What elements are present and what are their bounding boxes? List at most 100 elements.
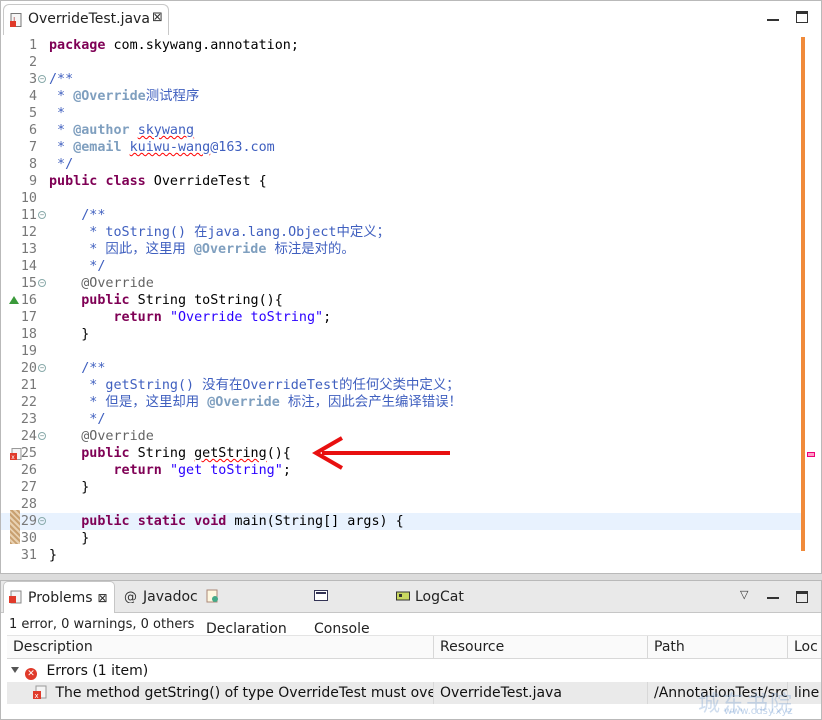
problem-resource: OverrideTest.java	[433, 682, 647, 704]
line-number: 5	[28, 106, 37, 121]
code-line[interactable]: 28	[1, 496, 801, 513]
code-line[interactable]: 7 * @email kuiwu-wang@163.com	[1, 139, 801, 156]
close-icon[interactable]: ⊠	[98, 591, 108, 605]
fold-collapse-icon[interactable]	[38, 279, 46, 287]
code-line[interactable]: 8 */	[1, 156, 801, 173]
error-marker-icon[interactable]: x	[10, 448, 22, 460]
code-line[interactable]: 21 * getString() 没有在OverrideTest的任何父类中定义…	[1, 377, 801, 394]
view-tab-declaration[interactable]: Declaration	[201, 581, 305, 637]
view-tab-javadoc[interactable]: @ Javadoc	[119, 581, 199, 613]
view-tab-problems[interactable]: Problems ⊠	[3, 581, 115, 613]
views-tab-bar: Problems ⊠ @ Javadoc Declaration Console LogCa…	[1, 581, 821, 637]
code-text: package com.skywang.annotation;	[49, 38, 299, 53]
editor-tab-overridetest[interactable]: J OverrideTest.java ⊠	[3, 4, 169, 35]
code-text: * 但是，这里却用 @Override 标注，因此会产生编译错误！	[49, 395, 462, 410]
line-number: 2	[28, 55, 37, 70]
code-text: * getString() 没有在OverrideTest的任何父类中定义；	[49, 378, 460, 393]
code-text: /**	[81, 208, 106, 223]
fold-collapse-icon[interactable]	[38, 432, 46, 440]
code-line[interactable]: 6 * @author skywang	[1, 122, 801, 139]
code-editor[interactable]: 1package com.skywang.annotation;23/**4 *…	[1, 35, 821, 571]
code-line[interactable]: 19	[1, 343, 801, 360]
code-line[interactable]: 12 * toString() 在java.lang.Object中定义；	[1, 224, 801, 241]
code-line[interactable]: 22 * 但是，这里却用 @Override 标注，因此会产生编译错误！	[1, 394, 801, 411]
errors-group-row[interactable]: ✕ Errors (1 item)	[7, 660, 821, 682]
view-tab-label: Problems	[28, 590, 93, 606]
overview-error-marker[interactable]	[807, 452, 815, 457]
code-text: public String toString(){	[81, 293, 283, 308]
code-line[interactable]: 15 @Override	[1, 275, 801, 292]
fold-collapse-icon[interactable]	[38, 364, 46, 372]
expand-icon[interactable]	[11, 667, 19, 673]
fold-collapse-icon[interactable]	[38, 211, 46, 219]
line-number: 1	[28, 38, 37, 53]
code-text: * toString() 在java.lang.Object中定义；	[49, 225, 391, 240]
code-text: public static void main(String[] args) {	[81, 514, 404, 529]
code-line[interactable]: 3 /**	[1, 71, 801, 88]
code-text: */	[49, 412, 106, 427]
maximize-icon[interactable]	[796, 11, 808, 23]
code-text: /**	[81, 361, 106, 376]
view-tab-console[interactable]: Console	[309, 581, 387, 637]
line-number: 10	[20, 191, 37, 206]
code-line[interactable]: 18 }	[1, 326, 801, 343]
code-text: */	[49, 157, 74, 172]
fold-collapse-icon[interactable]	[38, 75, 46, 83]
minimize-icon[interactable]	[767, 589, 779, 599]
line-number: 11	[20, 208, 37, 223]
view-tab-logcat[interactable]: LogCat	[391, 581, 467, 613]
maximize-icon[interactable]	[796, 591, 808, 603]
code-line[interactable]: 30 }	[1, 530, 801, 547]
editor-tab-label: OverrideTest.java	[28, 11, 150, 27]
declaration-icon	[206, 589, 218, 603]
line-number: 12	[20, 225, 37, 240]
close-icon[interactable]: ⊠	[152, 10, 163, 25]
problems-icon	[9, 590, 22, 604]
code-line[interactable]: 4 * @Override测试程序	[1, 88, 801, 105]
code-text: * @Override测试程序	[49, 89, 200, 104]
line-number: 7	[28, 140, 37, 155]
override-marker-icon[interactable]	[9, 296, 19, 304]
code-line[interactable]: 5 *	[1, 105, 801, 122]
code-line[interactable]: 1 package com.skywang.annotation;	[1, 37, 801, 54]
code-line[interactable]: 11 /**	[1, 207, 801, 224]
minimize-icon[interactable]	[767, 11, 779, 21]
svg-text:x: x	[11, 454, 15, 460]
code-line[interactable]: 27 }	[1, 479, 801, 496]
code-line[interactable]: 17 return "Override toString";	[1, 309, 801, 326]
code-text: * @email kuiwu-wang@163.com	[49, 140, 275, 155]
overview-ruler[interactable]	[801, 37, 805, 551]
code-line[interactable]: 29 public static void main(String[] args…	[1, 510, 801, 544]
code-line[interactable]: 16 public String toString(){	[1, 292, 801, 309]
console-icon	[314, 590, 328, 601]
line-number: 30	[20, 531, 37, 546]
javadoc-icon: @	[124, 590, 137, 603]
code-text: * 因此，这里用 @Override 标注是对的。	[49, 242, 355, 257]
column-location[interactable]: Loc	[787, 636, 821, 659]
error-marker-icon: x	[33, 685, 47, 700]
line-number: 24	[20, 429, 37, 444]
view-menu-icon[interactable]: ▽	[740, 588, 748, 601]
code-line[interactable]: 10	[1, 190, 801, 207]
line-number: 4	[28, 89, 37, 104]
line-number: 13	[20, 242, 37, 257]
code-line[interactable]: 14 */	[1, 258, 801, 275]
line-number: 8	[28, 157, 37, 172]
logcat-icon	[396, 591, 410, 601]
svg-text:@: @	[124, 590, 137, 603]
code-line[interactable]: 20 /**	[1, 360, 801, 377]
line-number: 14	[20, 259, 37, 274]
fold-collapse-icon[interactable]	[38, 517, 46, 525]
code-line[interactable]: 2	[1, 54, 801, 71]
code-line[interactable]: 23 */	[1, 411, 801, 428]
code-text: return "get toString";	[113, 463, 291, 478]
column-path[interactable]: Path	[647, 636, 787, 659]
code-line[interactable]: 31}	[1, 547, 801, 564]
column-description[interactable]: Description	[7, 636, 433, 659]
code-text: @Override	[81, 429, 154, 444]
code-line[interactable]: 9 public class OverrideTest {	[1, 173, 801, 190]
line-number: 22	[20, 395, 37, 410]
code-line[interactable]: 13 * 因此，这里用 @Override 标注是对的。	[1, 241, 801, 258]
column-resource[interactable]: Resource	[433, 636, 647, 659]
line-number: 3	[28, 72, 37, 87]
